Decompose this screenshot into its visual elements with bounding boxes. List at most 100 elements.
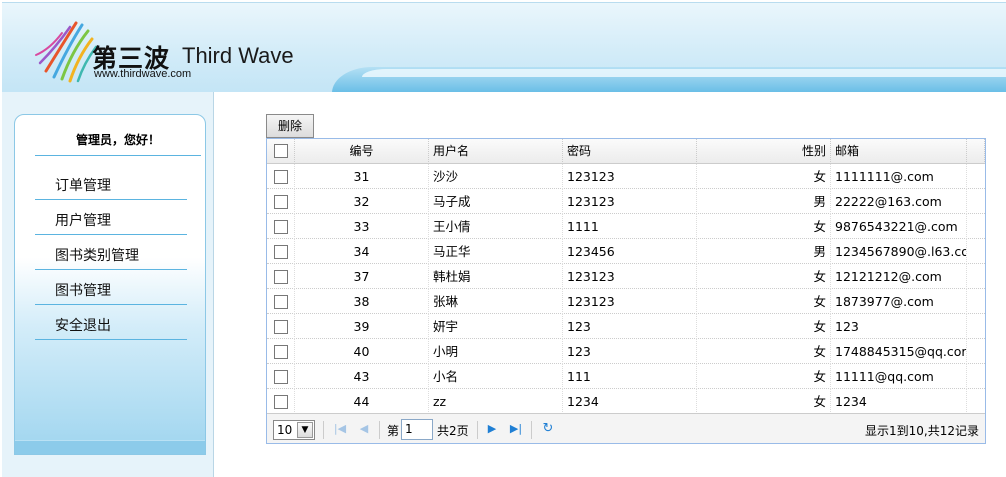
cell-id: 39 [295,314,429,339]
refresh-icon[interactable]: ↻ [541,421,555,437]
sidebar-item-users[interactable]: 用户管理 [35,200,187,235]
cell-username: 王小倩 [429,214,563,239]
welcome-text: 管理员，您好！ [35,131,201,156]
row-checkbox[interactable] [273,194,288,209]
sidebar-item-logout[interactable]: 安全退出 [35,305,187,340]
table-row[interactable]: 40 小明 123 女 1748845315@qq.cor [267,339,985,364]
pager-separator [379,421,380,439]
cell-email: 1873977@.com [831,289,967,314]
cell-password: 123 [563,314,697,339]
table-row[interactable]: 44 zz 1234 女 1234 [267,389,985,414]
cell-password: 111 [563,364,697,389]
cell-username: 马正华 [429,239,563,264]
cell-gender: 女 [697,214,831,239]
row-check-cell [267,339,295,364]
row-checkbox[interactable] [273,244,288,259]
pager-separator [531,421,532,439]
cell-gender: 女 [697,339,831,364]
cell-password: 1111 [563,214,697,239]
cell-email: 1748845315@qq.cor [831,339,967,364]
pager-separator [477,421,478,439]
sidebar-item-orders[interactable]: 订单管理 [35,177,187,200]
column-header-id[interactable]: 编号 [295,139,429,164]
cell-email: 12121212@.com [831,264,967,289]
table-row[interactable]: 38 张琳 123123 女 1873977@.com [267,289,985,314]
first-page-icon[interactable]: |◀ [333,421,347,437]
row-checkbox[interactable] [273,169,288,184]
cell-email: 1234 [831,389,967,414]
cell-username: 妍宇 [429,314,563,339]
cell-password: 123 [563,339,697,364]
row-checkbox[interactable] [273,394,288,409]
next-page-icon[interactable]: ▶ [485,421,499,437]
user-grid: 编号 用户名 密码 性别 邮箱 31 沙沙 123123 女 1111111@.… [266,138,986,444]
column-header-filler [967,139,985,164]
header: 第三波 Third Wave www.thirdwave.com [2,2,1006,92]
cell-id: 44 [295,389,429,414]
cell-email: 123 [831,314,967,339]
grid-header: 编号 用户名 密码 性别 邮箱 [267,139,985,164]
row-checkbox[interactable] [273,219,288,234]
page-number-input[interactable]: 1 [401,419,433,440]
prev-page-icon[interactable]: ◀ [357,421,371,437]
last-page-icon[interactable]: ▶| [509,421,523,437]
page-size-select[interactable]: 10 ▼ [273,420,315,440]
row-check-cell [267,164,295,189]
row-check-cell [267,389,295,414]
table-row[interactable]: 34 马正华 123456 男 1234567890@.l63.co [267,239,985,264]
column-header-email[interactable]: 邮箱 [831,139,967,164]
cell-gender: 女 [697,289,831,314]
cell-password: 123123 [563,264,697,289]
cell-username: 张琳 [429,289,563,314]
cell-email: 22222@163.com [831,189,967,214]
chevron-down-icon[interactable]: ▼ [297,422,313,438]
cell-id: 43 [295,364,429,389]
cell-username: zz [429,389,563,414]
table-row[interactable]: 32 马子成 123123 男 22222@163.com [267,189,985,214]
row-check-cell [267,364,295,389]
row-checkbox[interactable] [273,319,288,334]
cell-id: 33 [295,214,429,239]
column-header-password[interactable]: 密码 [563,139,697,164]
sidebar-item-books[interactable]: 图书管理 [35,270,187,305]
table-row[interactable]: 39 妍宇 123 女 123 [267,314,985,339]
sidebar-item-label: 图书管理 [55,283,111,299]
cell-id: 38 [295,289,429,314]
sidebar-item-book-categories[interactable]: 图书类别管理 [35,235,187,270]
row-checkbox[interactable] [273,369,288,384]
row-check-cell [267,189,295,214]
left-column: 管理员，您好！ 订单管理 用户管理 图书类别管理 图书管理 安全退出 [2,92,214,477]
cell-password: 123123 [563,164,697,189]
table-row[interactable]: 33 王小倩 1111 女 9876543221@.com [267,214,985,239]
sidebar-nav: 订单管理 用户管理 图书类别管理 图书管理 安全退出 [35,177,187,340]
cell-username: 马子成 [429,189,563,214]
cell-email: 11111@qq.com [831,364,967,389]
page-size-value: 10 [277,423,293,437]
table-row[interactable]: 37 韩杜娟 123123 女 12121212@.com [267,264,985,289]
cell-id: 31 [295,164,429,189]
row-checkbox[interactable] [273,269,288,284]
grid-body: 31 沙沙 123123 女 1111111@.com 32 马子成 12312… [267,164,985,414]
brand-url: www.thirdwave.com [94,68,192,80]
pagination-bar: 10 ▼ |◀ ◀ 第 1 共2页 ▶ ▶| ↻ 显示1到10,共12记录 [267,413,985,443]
row-checkbox[interactable] [273,294,288,309]
sidebar-item-label: 图书类别管理 [55,248,139,264]
column-header-username[interactable]: 用户名 [429,139,563,164]
cell-password: 123456 [563,239,697,264]
cell-gender: 女 [697,314,831,339]
cell-password: 123123 [563,289,697,314]
delete-button[interactable]: 删除 [266,114,314,138]
table-row[interactable]: 31 沙沙 123123 女 1111111@.com [267,164,985,189]
cell-id: 34 [295,239,429,264]
cell-password: 1234 [563,389,697,414]
page-total: 共2页 [437,424,469,438]
column-header-gender[interactable]: 性别 [697,139,831,164]
table-row[interactable]: 43 小名 111 女 11111@qq.com [267,364,985,389]
select-all-cell [267,139,295,164]
cell-password: 123123 [563,189,697,214]
cell-gender: 女 [697,389,831,414]
cell-gender: 女 [697,364,831,389]
select-all-checkbox[interactable] [273,143,288,158]
cell-email: 1234567890@.l63.co [831,239,967,264]
row-checkbox[interactable] [273,344,288,359]
